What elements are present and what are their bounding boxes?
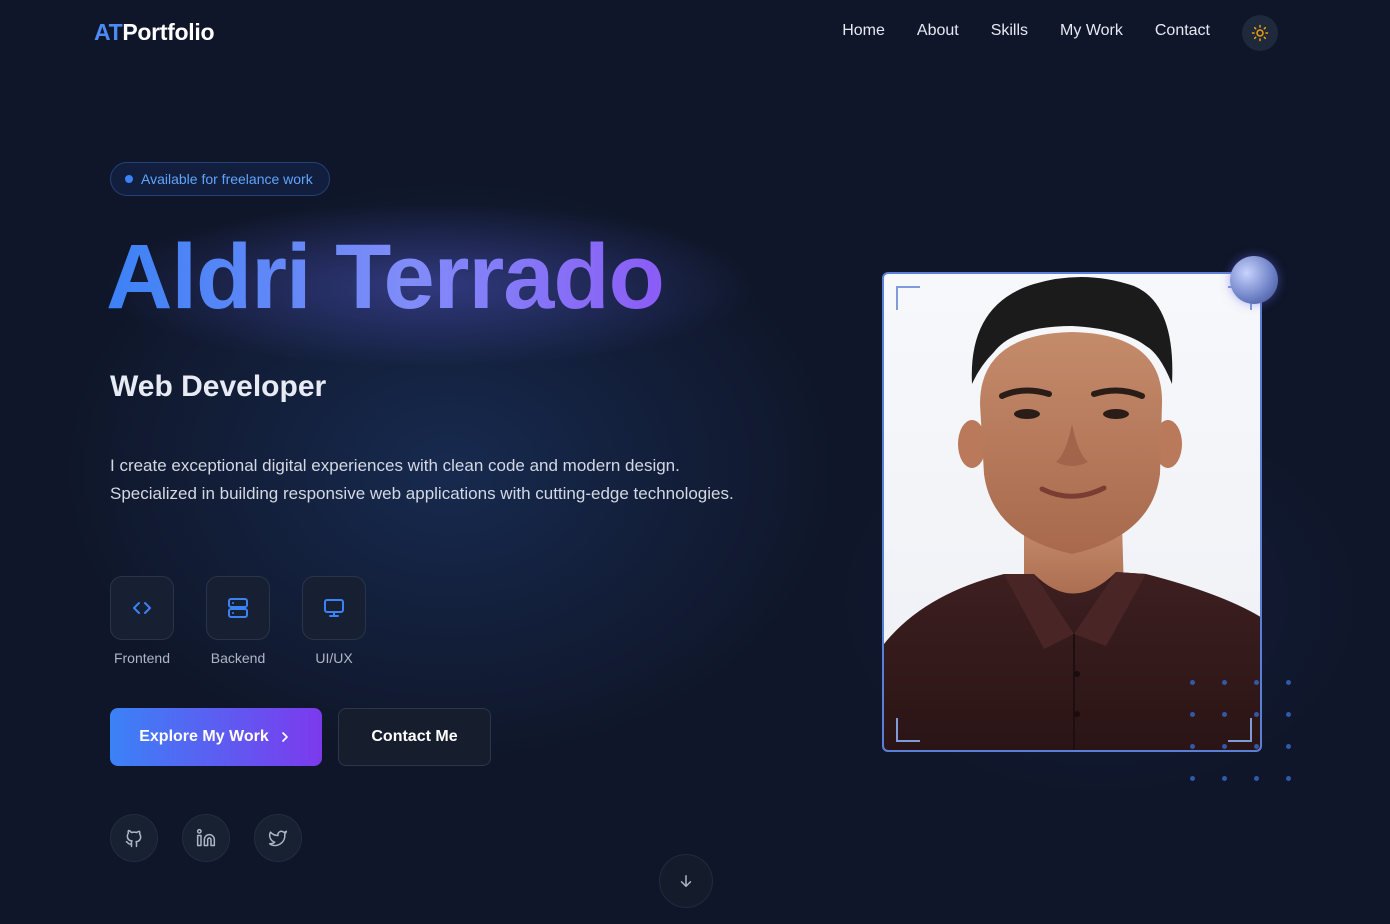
nav-link-contact[interactable]: Contact <box>1155 22 1210 40</box>
server-icon <box>228 598 248 618</box>
nav-links: Home About Skills My Work Contact <box>842 22 1210 40</box>
nav-link-home[interactable]: Home <box>842 22 885 40</box>
code-icon <box>133 602 151 614</box>
logo-text: Portfolio <box>122 19 215 45</box>
explore-work-button[interactable]: Explore My Work <box>110 708 322 766</box>
hero-name: Aldri Terrado <box>106 222 665 332</box>
arrow-down-icon <box>680 875 692 887</box>
skill-icon-box <box>302 576 366 640</box>
twitter-link[interactable] <box>254 814 302 862</box>
hero-role: Web Developer <box>110 370 327 403</box>
twitter-icon <box>268 830 288 847</box>
chevron-right-icon <box>281 732 288 742</box>
availability-text: Available for freelance work <box>141 171 313 187</box>
nav-link-skills[interactable]: Skills <box>991 22 1028 40</box>
skill-icon-box <box>206 576 270 640</box>
frame-corner <box>896 286 920 310</box>
top-navigation: ATPortfolio Home About Skills My Work Co… <box>0 0 1390 66</box>
sun-icon <box>1251 24 1269 42</box>
skill-uiux[interactable]: UI/UX <box>302 576 366 666</box>
theme-toggle-button[interactable] <box>1242 15 1278 51</box>
skill-list: Frontend Backend UI/UX <box>110 576 366 666</box>
nav-link-about[interactable]: About <box>917 22 959 40</box>
skill-icon-box <box>110 576 174 640</box>
skill-label: Frontend <box>113 650 171 666</box>
status-dot <box>125 175 133 183</box>
social-links <box>110 814 302 862</box>
hero-description: I create exceptional digital experiences… <box>110 456 734 503</box>
frame-corner <box>896 718 920 742</box>
contact-me-button[interactable]: Contact Me <box>338 708 491 766</box>
nav-link-my-work[interactable]: My Work <box>1060 22 1123 40</box>
github-link[interactable] <box>110 814 158 862</box>
decorative-dot-grid <box>1190 680 1300 784</box>
linkedin-icon <box>196 828 216 847</box>
skill-backend[interactable]: Backend <box>206 576 270 666</box>
logo[interactable]: ATPortfolio <box>94 19 215 46</box>
linkedin-link[interactable] <box>182 814 230 862</box>
github-icon <box>125 829 142 848</box>
skill-label: Backend <box>210 650 266 666</box>
scroll-down-button[interactable] <box>659 854 713 908</box>
logo-initials: AT <box>94 19 123 45</box>
skill-label: UI/UX <box>315 650 353 666</box>
monitor-icon <box>324 599 344 617</box>
decorative-orb <box>1230 256 1278 304</box>
explore-work-label: Explore My Work <box>139 728 269 745</box>
skill-frontend[interactable]: Frontend <box>110 576 174 666</box>
availability-badge: Available for freelance work <box>110 162 330 196</box>
